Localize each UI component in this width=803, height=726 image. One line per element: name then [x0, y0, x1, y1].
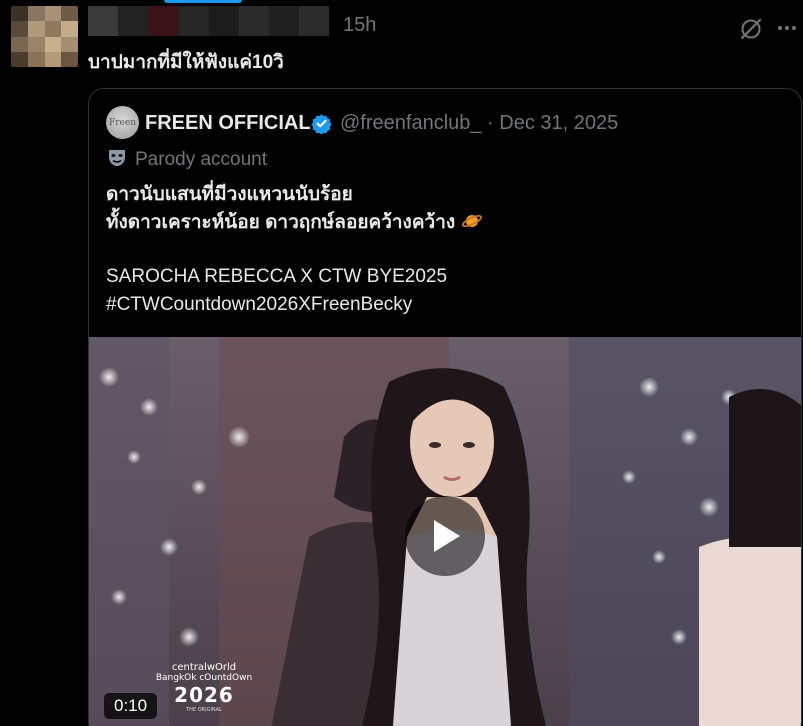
author-name-redacted[interactable] [88, 6, 329, 36]
active-tab-indicator [164, 0, 242, 3]
quoted-avatar-logo-text: Freen [109, 117, 136, 128]
ringed-planet-icon [461, 210, 483, 232]
watermark-line: centralwOrld [171, 662, 237, 673]
tweet-text: บาปมากที่มีให้ฟังแค่10วิ [88, 52, 284, 73]
watermark-tag: THE ORIGINAL [186, 707, 222, 713]
video-player[interactable]: centralwOrld BangkOk cOuntdOwn 2026 THE … [89, 337, 801, 726]
play-icon [434, 520, 460, 552]
quoted-text-line: ทั้งดาวเคราะห์น้อย ดาวฤกษ์ลอยคว้างคว้าง [106, 209, 483, 237]
quoted-tweet[interactable]: Freen FREEN OFFICIAL @freenfanclub_ · De… [88, 88, 802, 726]
quoted-text-line-content: ทั้งดาวเคราะห์น้อย ดาวฤกษ์ลอยคว้างคว้าง [106, 212, 456, 233]
quoted-handle-and-date[interactable]: @freenfanclub_ · Dec 31, 2025 [340, 112, 618, 135]
parody-mask-icon [106, 147, 128, 169]
quoted-tweet-text: ดาวนับแสนที่มีวงแหวนนับร้อย ทั้งดาวเคราะ… [106, 181, 483, 319]
quoted-avatar[interactable]: Freen [106, 106, 139, 139]
more-icon[interactable] [776, 17, 798, 39]
avatar[interactable] [11, 6, 78, 67]
quoted-text-line: SAROCHA REBECCA X CTW BYE2025 [106, 266, 448, 287]
grok-icon[interactable] [739, 17, 763, 41]
verified-badge-icon [311, 113, 332, 135]
watermark-year: 2026 [174, 683, 234, 707]
tweet-timestamp[interactable]: 15h [343, 14, 376, 37]
hashtag-link[interactable]: #CTWCountdown2026XFreenBecky [106, 291, 483, 319]
parody-account-label: Parody account [135, 149, 268, 170]
video-duration-badge: 0:10 [104, 693, 158, 719]
video-watermark-logo: centralwOrld BangkOk cOuntdOwn 2026 THE … [149, 662, 259, 713]
quoted-display-name[interactable]: FREEN OFFICIAL [145, 112, 311, 135]
quoted-text-line: ดาวนับแสนที่มีวงแหวนนับร้อย [106, 184, 353, 205]
watermark-line: BangkOk cOuntdOwn [155, 673, 253, 683]
play-button[interactable] [405, 496, 485, 576]
